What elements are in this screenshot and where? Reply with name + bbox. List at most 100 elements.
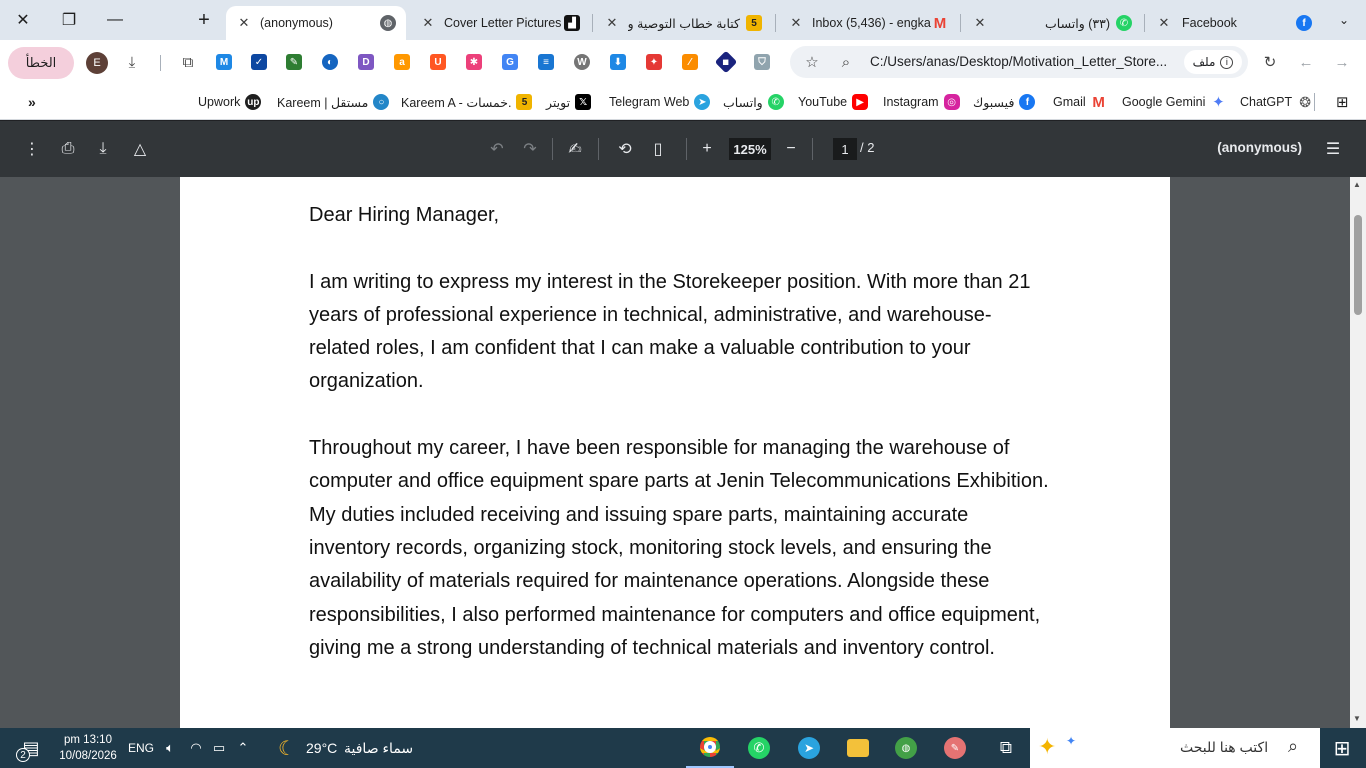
- tab-gmail-inbox[interactable]: ✕ Inbox (5,436) - engka M: [778, 6, 958, 40]
- annotate-icon[interactable]: ✍: [565, 139, 585, 159]
- extension-brush-icon[interactable]: ⁄: [682, 54, 698, 70]
- network-icon[interactable]: ◠: [186, 736, 206, 760]
- pdf-viewer[interactable]: Dear Hiring Manager, I am writing to exp…: [0, 177, 1366, 728]
- taskbar-app-globe[interactable]: ◍: [893, 736, 919, 760]
- bookmark-instagram[interactable]: Instagram ◎: [883, 92, 960, 112]
- extension-d-icon[interactable]: D: [358, 54, 374, 70]
- tab-close-icon[interactable]: ✕: [788, 15, 804, 31]
- bookmark-gemini[interactable]: Google Gemini ✦: [1122, 92, 1226, 112]
- error-button[interactable]: الخطأ: [8, 47, 74, 79]
- battery-icon[interactable]: ▭: [209, 736, 229, 760]
- taskbar-search[interactable]: ✦ ✦ اكتب هنا للبحث ⌕: [1030, 728, 1320, 768]
- download-icon[interactable]: ⤓: [93, 139, 113, 159]
- taskbar-whatsapp[interactable]: ✆: [746, 736, 772, 760]
- extension-m-icon[interactable]: M: [216, 54, 232, 70]
- google-translate-icon[interactable]: G: [502, 54, 518, 70]
- bookmark-telegram[interactable]: Telegram Web ➤: [609, 92, 711, 112]
- all-bookmarks-button[interactable]: ⊞: [1336, 92, 1349, 112]
- sidebar-toggle-icon[interactable]: ☰: [1323, 139, 1343, 159]
- extension-star-icon[interactable]: ✱: [466, 54, 482, 70]
- extension-check-icon[interactable]: ✓: [251, 54, 267, 70]
- scroll-up-arrow-icon[interactable]: ▲: [1353, 180, 1361, 189]
- tab-cover-letter[interactable]: ✕ Cover Letter Pictures ▟: [410, 6, 590, 40]
- extension-u-icon[interactable]: U: [430, 54, 446, 70]
- taskbar-chrome[interactable]: [686, 728, 734, 768]
- tab-close-icon[interactable]: ✕: [604, 15, 620, 31]
- zoom-level-field[interactable]: 125%: [729, 138, 771, 160]
- more-options-icon[interactable]: ⋮: [22, 139, 42, 159]
- tab-close-icon[interactable]: ✕: [420, 15, 436, 31]
- clock[interactable]: pm 13:10 10/08/2026: [58, 732, 118, 764]
- volume-icon[interactable]: 🔈︎: [160, 736, 180, 760]
- bookmarks-overflow-button[interactable]: »: [28, 92, 36, 112]
- undo-icon[interactable]: ↶: [487, 139, 507, 159]
- downloads-icon[interactable]: ⤓: [122, 52, 142, 72]
- tab-recommendation-letter[interactable]: ✕ كتابة خطاب التوصية وا 5: [594, 6, 772, 40]
- tab-whatsapp[interactable]: ✕ (٣٣) واتساب ✆: [962, 6, 1142, 40]
- bookmark-facebook[interactable]: فيسبوك f: [973, 92, 1036, 112]
- bookmark-whatsapp[interactable]: واتساب ✆: [723, 92, 784, 112]
- page-number-input[interactable]: 1: [833, 138, 857, 160]
- drive-save-icon[interactable]: △: [130, 139, 150, 159]
- forward-arrow-icon[interactable]: →: [1332, 52, 1352, 72]
- gemini-icon: ✦: [1212, 94, 1225, 111]
- window-close-button[interactable]: ✕: [0, 0, 46, 40]
- address-bar[interactable]: ☆ ⌕ C:/Users/anas/Desktop/Motivation_Let…: [790, 46, 1248, 78]
- back-arrow-icon[interactable]: ←: [1296, 52, 1316, 72]
- profile-avatar[interactable]: E: [86, 52, 108, 74]
- taskbar-paint[interactable]: ✎: [942, 736, 968, 760]
- tab-close-icon[interactable]: ✕: [972, 15, 988, 31]
- zoom-out-icon[interactable]: −: [781, 139, 801, 159]
- scrollbar-thumb[interactable]: [1354, 215, 1362, 315]
- extension-swirl-icon[interactable]: ◐: [322, 54, 338, 70]
- window-minimize-button[interactable]: —: [92, 0, 138, 40]
- weather-description[interactable]: سماء صافية: [344, 736, 413, 760]
- taskbar-file-explorer[interactable]: [845, 736, 871, 760]
- tab-close-icon[interactable]: ✕: [236, 15, 252, 31]
- site-info-chip[interactable]: ملف i: [1184, 50, 1242, 74]
- extension-bird-icon[interactable]: ✦: [646, 54, 662, 70]
- zoom-in-icon[interactable]: +: [697, 139, 717, 159]
- bookmark-youtube[interactable]: YouTube ▶: [798, 92, 869, 112]
- redo-icon[interactable]: ↷: [520, 139, 540, 159]
- tab-close-icon[interactable]: ✕: [1156, 15, 1172, 31]
- extension-download-icon[interactable]: ⬇: [610, 54, 626, 70]
- url-text[interactable]: C:/Users/anas/Desktop/Motivation_Letter_…: [870, 46, 1175, 78]
- window-restore-button[interactable]: ❐: [46, 0, 92, 40]
- new-tab-button[interactable]: +: [182, 0, 226, 40]
- windows-start-icon[interactable]: ⊞: [1330, 736, 1354, 760]
- scroll-down-arrow-icon[interactable]: ▼: [1353, 714, 1361, 723]
- extension-pen-icon[interactable]: ✎: [286, 54, 302, 70]
- extension-doc-icon[interactable]: ≡: [538, 54, 554, 70]
- plus-icon: +: [198, 8, 210, 31]
- tray-chevron-icon[interactable]: ⌃: [233, 736, 253, 760]
- amazon-icon[interactable]: a: [394, 54, 410, 70]
- search-placeholder: اكتب هنا للبحث: [1180, 739, 1269, 755]
- taskbar-telegram[interactable]: ➤: [796, 736, 822, 760]
- tab-search-button[interactable]: ⌄: [1322, 0, 1366, 40]
- tab-facebook[interactable]: ✕ Facebook f: [1146, 6, 1322, 40]
- task-view-icon[interactable]: ⧉: [993, 736, 1019, 760]
- bookmark-chatgpt[interactable]: ChatGPT ❂: [1240, 92, 1313, 112]
- vertical-scrollbar[interactable]: ▲ ▼: [1350, 177, 1366, 728]
- extensions-icon[interactable]: ⧉: [178, 52, 198, 72]
- bookmark-gmail[interactable]: Gmail M: [1053, 92, 1107, 112]
- reload-icon[interactable]: ↻: [1260, 52, 1280, 72]
- language-indicator[interactable]: ENG: [128, 736, 154, 760]
- weather-temp[interactable]: 29°C: [306, 736, 337, 760]
- zoom-icon[interactable]: ⌕: [836, 52, 856, 72]
- bookmark-star-icon[interactable]: ☆: [802, 52, 822, 72]
- bookmark-upwork[interactable]: Upwork up: [198, 92, 262, 112]
- document-title: (anonymous): [1217, 140, 1302, 155]
- extension-diamond-icon[interactable]: ◆: [714, 50, 738, 74]
- extension-shield-icon[interactable]: ⛉: [754, 54, 770, 70]
- bookmark-khamsat[interactable]: Kareem A - خمسات. 5: [401, 92, 533, 112]
- tab-anonymous[interactable]: ✕ (anonymous) ◍: [226, 6, 406, 40]
- notifications-button[interactable]: ▤ 2: [16, 736, 46, 762]
- bookmark-mostaql[interactable]: Kareem | مستقل ○: [277, 92, 390, 112]
- bookmark-twitter[interactable]: تويتر 𝕏: [546, 92, 592, 112]
- wordpress-icon[interactable]: W: [574, 54, 590, 70]
- fit-page-icon[interactable]: ▯: [648, 139, 668, 159]
- print-icon[interactable]: ⎙: [58, 139, 78, 159]
- rotate-icon[interactable]: ⟲: [615, 139, 635, 159]
